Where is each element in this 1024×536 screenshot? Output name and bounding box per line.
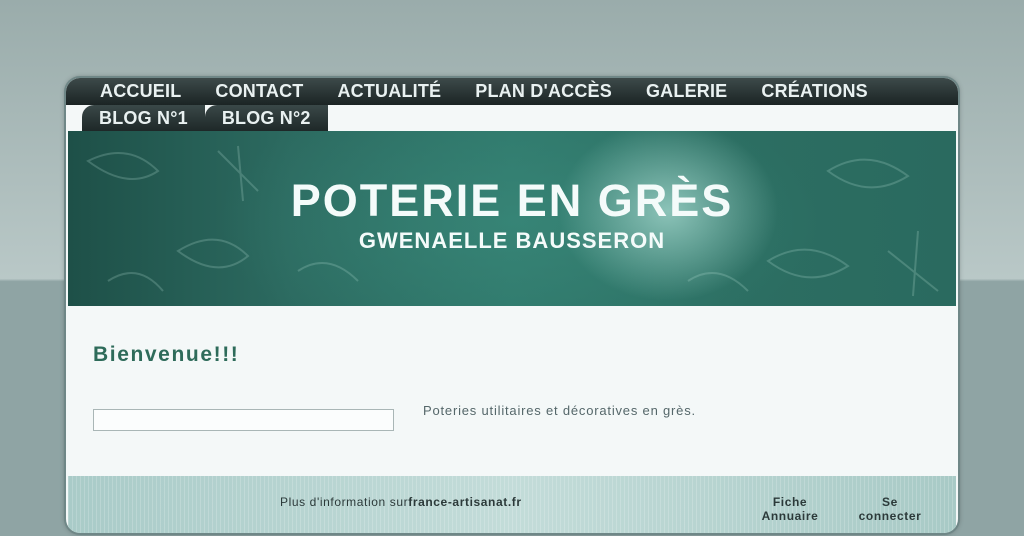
footer-info: Plus d'information surfrance-artisanat.f… bbox=[280, 495, 522, 509]
site-description: Poteries utilitaires et décoratives en g… bbox=[423, 403, 696, 418]
page-frame: ACCUEIL CONTACT ACTUALITÉ PLAN D'ACCÈS G… bbox=[66, 78, 958, 533]
login-line1: Se bbox=[882, 495, 898, 509]
nav-item-creations[interactable]: CRÉATIONS bbox=[744, 81, 884, 102]
nav-item-accueil[interactable]: ACCUEIL bbox=[66, 81, 198, 102]
nav-item-contact[interactable]: CONTACT bbox=[198, 81, 320, 102]
login-line2: connecter bbox=[858, 509, 922, 523]
fiche-annuaire-line1: Fiche bbox=[772, 495, 808, 509]
nav-item-plan-acces[interactable]: PLAN D'ACCÈS bbox=[458, 81, 629, 102]
nav-item-galerie[interactable]: GALERIE bbox=[629, 81, 744, 102]
fiche-annuaire-line2: Annuaire bbox=[761, 509, 819, 523]
footer: Plus d'information surfrance-artisanat.f… bbox=[68, 476, 956, 533]
site-title: POTERIE EN GRÈS bbox=[290, 175, 734, 226]
main-navigation: ACCUEIL CONTACT ACTUALITÉ PLAN D'ACCÈS G… bbox=[66, 78, 958, 131]
nav-item-actualite[interactable]: ACTUALITÉ bbox=[320, 81, 458, 102]
france-artisanat-link[interactable]: france-artisanat.fr bbox=[408, 495, 521, 509]
nav-item-blog-2[interactable]: BLOG N°2 bbox=[204, 105, 328, 131]
footer-info-prefix: Plus d'information sur bbox=[280, 495, 409, 509]
fiche-annuaire-link[interactable]: Fiche Annuaire bbox=[750, 495, 830, 523]
login-link[interactable]: Se connecter bbox=[850, 495, 930, 523]
search-input[interactable] bbox=[93, 409, 394, 431]
nav-row-primary: ACCUEIL CONTACT ACTUALITÉ PLAN D'ACCÈS G… bbox=[66, 78, 958, 105]
nav-item-blog-1[interactable]: BLOG N°1 bbox=[82, 105, 205, 131]
nav-row-secondary: BLOG N°1 BLOG N°2 bbox=[82, 105, 328, 131]
site-subtitle: GWENAELLE BAUSSERON bbox=[358, 228, 666, 253]
welcome-heading: Bienvenue!!! bbox=[93, 343, 240, 366]
header-banner: POTERIE EN GRÈS GWENAELLE BAUSSERON bbox=[68, 131, 956, 306]
